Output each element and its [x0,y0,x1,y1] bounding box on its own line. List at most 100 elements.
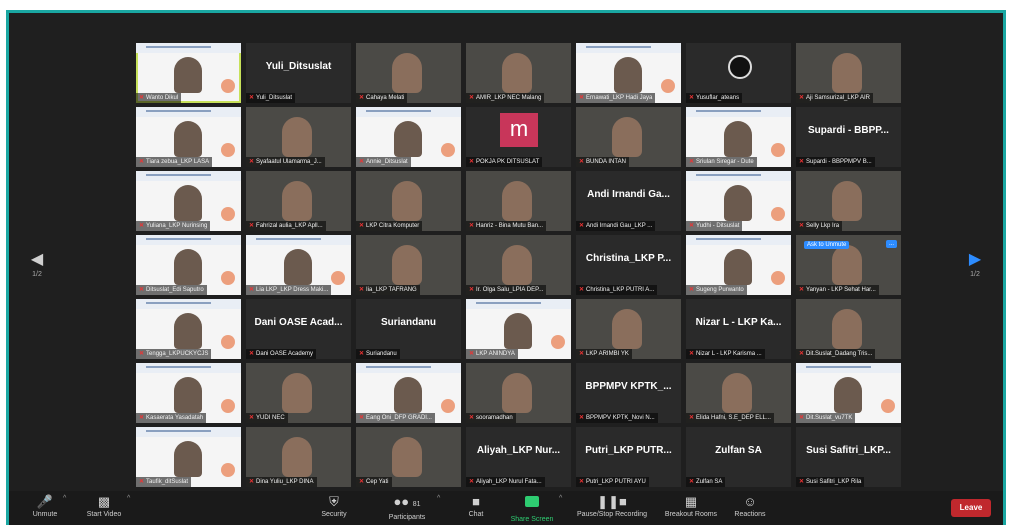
participant-tile[interactable]: ✕ Iia_LKP TAFRANG [356,235,461,295]
participant-name: AMIR_LKP NEC Malang [476,95,542,101]
next-page-button[interactable]: ▶ 1/2 [961,249,989,295]
microphone-muted-icon: ✕ [799,159,805,165]
participant-name-label: ✕ Tengga_LKPUCKYCJS [136,349,212,359]
participant-tile[interactable]: ✕ Ir. Olga Salu_LPIA DEP... [466,235,571,295]
participant-tile[interactable]: ✕ Yudhi - Ditsuslat [686,171,791,231]
previous-page-button[interactable]: ◀ 1/2 [23,249,51,295]
participant-video-silhouette [614,57,642,93]
participant-video-silhouette [504,313,532,349]
participant-video-silhouette [392,181,422,221]
participant-tile[interactable]: ✕ LKP ARIMBI YK [576,299,681,359]
microphone-muted-icon: ✕ [799,287,805,293]
participant-tile[interactable]: ✕ Aji Samsurizal_LKP AIR [796,43,901,103]
unmute-button[interactable]: 🎤 Unmute [25,494,65,519]
microphone-muted-icon: ✕ [249,415,255,421]
participant-tile[interactable]: ✕ Ditsuslat_Edi Saputro [136,235,241,295]
virtual-background-decoration [771,271,785,285]
participant-tile[interactable]: ✕ LKP ANINDYA [466,299,571,359]
ask-to-unmute-button[interactable]: Ask to Unmute [804,241,850,249]
participant-tile[interactable]: ✕ Cahaya Melati [356,43,461,103]
participant-video-silhouette [724,121,752,157]
participant-tile[interactable]: ✕ Dit.Suslat_Dadang Tris... [796,299,901,359]
leave-button[interactable]: Leave [951,499,991,517]
participant-tile[interactable]: ✕ Dina Yuliu_LKP DINA [246,427,351,487]
pause-stop-recording-button[interactable]: ❚❚■ Pause/Stop Recording [571,494,653,519]
start-video-button[interactable]: ▩ Start Video [79,494,129,519]
participant-tile[interactable]: ✕ Hanriz - Bina Mutu Ban... [466,171,571,231]
participant-tile[interactable]: ✕ AMIR_LKP NEC Malang [466,43,571,103]
participant-tile[interactable]: ✕ LKP Citra Komputer [356,171,461,231]
participant-tile[interactable]: Dani OASE Acad... ✕ Dani OASE Academy [246,299,351,359]
participant-tile[interactable]: ✕ Tengga_LKPUCKYCJS [136,299,241,359]
participant-name: BUNDA INTAN [586,159,626,165]
participant-tile[interactable]: ✕ Syafaatul Ulamarma_J... [246,107,351,167]
participant-tile[interactable]: ✕ Sugeng Purwanto [686,235,791,295]
participant-tile[interactable]: BPPMPV KPTK_... ✕ BPPMPV KPTK_Novi N... [576,363,681,423]
chevron-up-icon[interactable]: ^ [63,495,66,502]
participant-name-label: ✕ Sugeng Purwanto [686,285,747,295]
participant-tile[interactable]: Ask to Unmute... ✕ Yanyan - LKP Sehat Har.… [796,235,901,295]
microphone-muted-icon: ✕ [469,223,475,229]
participant-tile[interactable]: ✕ Yusuflar_ateans [686,43,791,103]
participant-name-label: ✕ Putri_LKP PUTRI AYU [576,477,649,487]
participant-name: Andi Irnandi Gau_LKP ... [586,223,653,229]
share-screen-button[interactable]: Share Screen [507,494,557,524]
participant-tile[interactable]: Putri_LKP PUTR... ✕ Putri_LKP PUTRI AYU [576,427,681,487]
participant-name-label: ✕ Taufik_ditSuslat [136,477,192,487]
participant-video-silhouette [612,309,642,349]
chevron-up-icon[interactable]: ^ [127,495,130,502]
participant-tile[interactable]: Supardi - BBPP... ✕ Supardi - BBPPMPV B... [796,107,901,167]
reactions-button[interactable]: ☺ Reactions [727,494,773,519]
participant-tile[interactable]: ✕ Annie_Ditsuslat [356,107,461,167]
participant-tile[interactable]: ✕ Tiara zebua_LKP LASA [136,107,241,167]
security-label: Security [321,511,347,518]
participant-tile[interactable]: Nizar L - LKP Ka... ✕ Nizar L - LKP Karism… [686,299,791,359]
participant-name-label: ✕ Aliyah_LKP Nurul Fata... [466,477,545,487]
slide-title-stripe [146,238,211,240]
participant-tile[interactable]: ✕ Taufik_ditSuslat [136,427,241,487]
breakout-rooms-button[interactable]: ▦ Breakout Rooms [659,494,723,519]
participant-tile[interactable]: ✕ Wanto Dikul [136,43,241,103]
microphone-muted-icon: ✕ [579,479,585,485]
participants-button[interactable]: ●● 81 Participants [379,494,435,522]
microphone-muted-icon: ✕ [469,415,475,421]
slide-header-band [136,43,241,53]
participant-tile[interactable]: Christina_LKP P... ✕ Christina_LKP PUTRI A… [576,235,681,295]
participant-tile[interactable]: Suriandanu ✕ Suriandanu [356,299,461,359]
chevron-up-icon[interactable]: ^ [437,495,440,502]
participant-tile[interactable]: ✕ BUNDA INTAN [576,107,681,167]
participant-tile[interactable]: Zulfan SA ✕ Zulfan SA [686,427,791,487]
participant-video-silhouette [392,53,422,93]
participant-name: Kasaerata Yasadatah [146,415,204,421]
more-options-button[interactable]: ... [885,240,897,248]
participant-tile[interactable]: ✕ Sriulan Siregar - Dute [686,107,791,167]
participant-tile[interactable]: ✕ Fahrizal aulia_LKP Apll... [246,171,351,231]
participant-tile[interactable]: ✕ Dit.Suslat_vu7TK [796,363,901,423]
participant-tile[interactable]: ✕ Cep Yati [356,427,461,487]
slide-title-stripe [696,238,761,240]
participant-tile[interactable]: ✕ YUDI NEC [246,363,351,423]
chat-button[interactable]: ■ Chat [459,494,493,519]
participant-name: Suriandanu [366,351,397,357]
participant-video-silhouette [724,185,752,221]
participant-video-silhouette [284,249,312,285]
participant-tile[interactable]: ✕ Selly Lkp Ira [796,171,901,231]
participant-name-label: ✕ Lia LKP_LKP Dress Maki... [246,285,332,295]
participant-tile[interactable]: ✕ Yuliana_LKP Nurinsing [136,171,241,231]
slide-header-band [136,427,241,437]
participant-tile[interactable]: ✕ Ernawati_LKP Hadi Jaya [576,43,681,103]
participant-tile[interactable]: ✕ Elida Hafni, S.E_DEP ELL... [686,363,791,423]
participant-tile[interactable]: Aliyah_LKP Nur... ✕ Aliyah_LKP Nurul Fata.… [466,427,571,487]
participant-tile[interactable]: Yuli_Ditsuslat ✕ Yuli_Ditsuslat [246,43,351,103]
security-button[interactable]: ⛨ Security [314,494,354,519]
participant-tile[interactable]: Andi Irnandi Ga... ✕ Andi Irnandi Gau_LKP … [576,171,681,231]
participant-tile[interactable]: Susi Safitri_LKP... ✕ Susi Safitri_LKP Ril… [796,427,901,487]
video-off-icon: ▩ [97,494,111,509]
participant-tile[interactable]: m ✕ POKJA PK DITSUSLAT [466,107,571,167]
participant-tile[interactable]: ✕ Lia LKP_LKP Dress Maki... [246,235,351,295]
chevron-up-icon[interactable]: ^ [559,495,562,502]
participant-tile[interactable]: ✕ sooramadhan [466,363,571,423]
chat-icon: ■ [472,494,480,509]
participant-tile[interactable]: ✕ Kasaerata Yasadatah [136,363,241,423]
participant-tile[interactable]: ✕ Eang Oni_DFP GRADI... [356,363,461,423]
